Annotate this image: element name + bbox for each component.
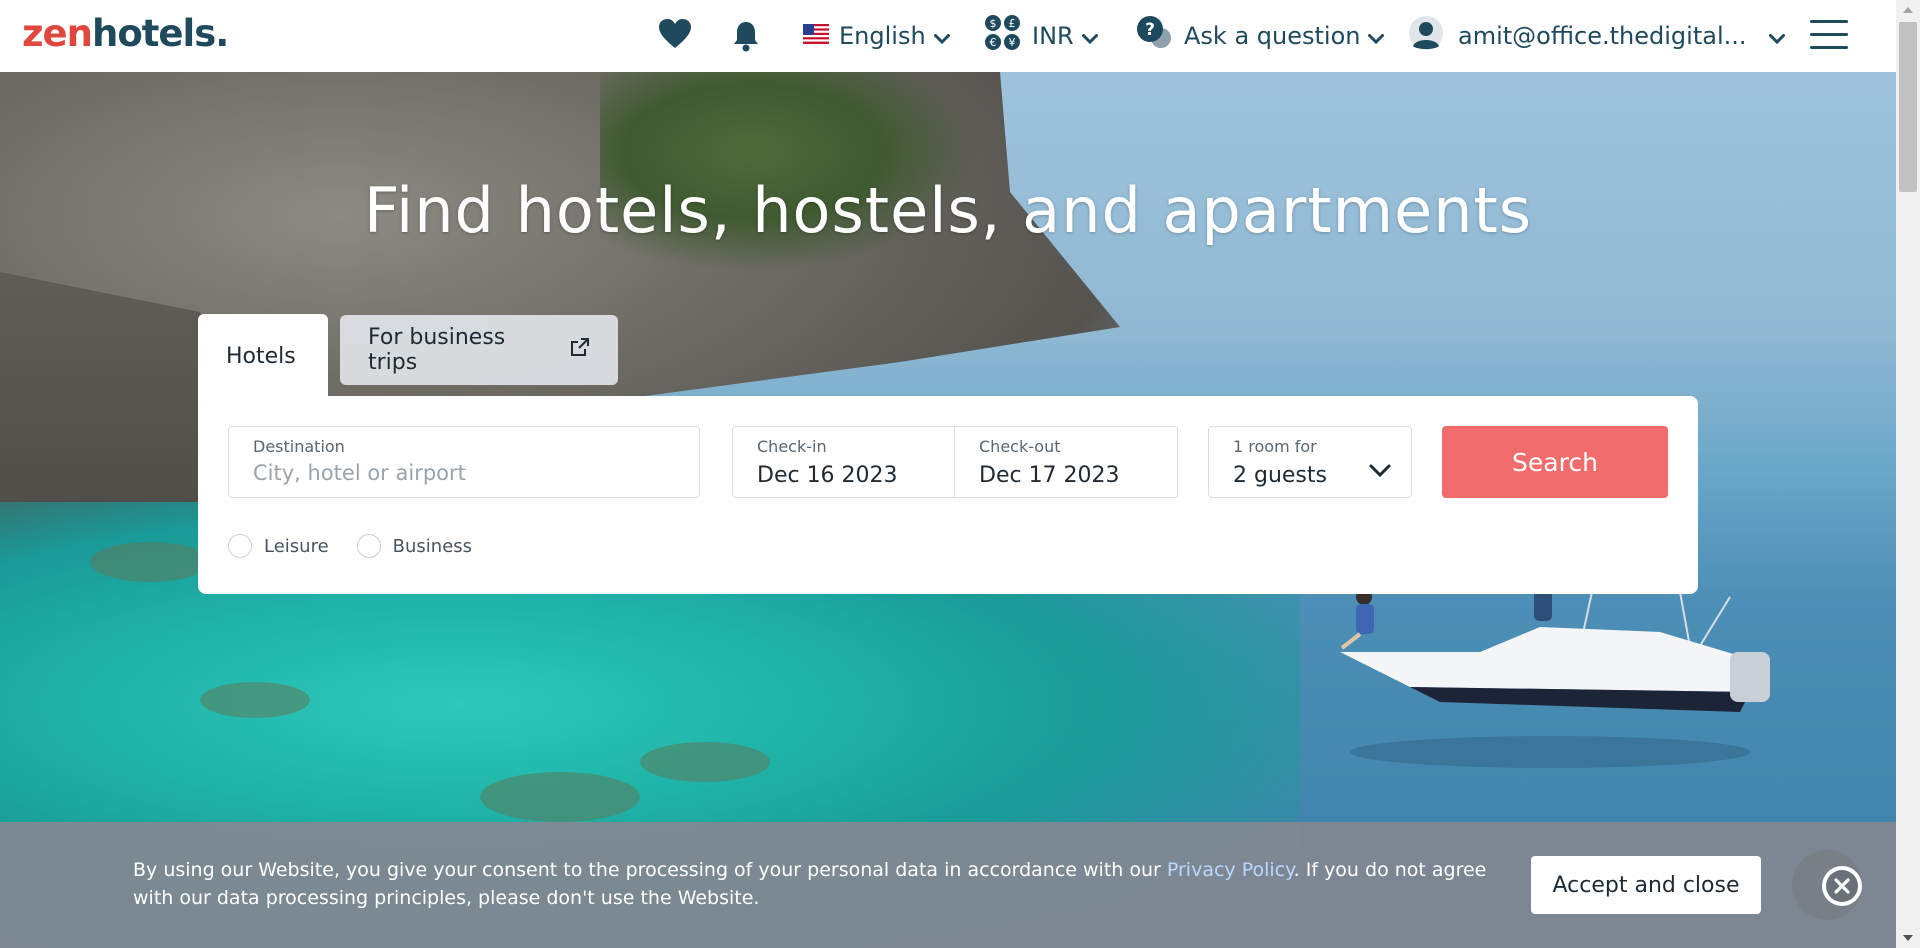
- svg-text:¥: ¥: [1009, 36, 1016, 49]
- trip-type-options: Leisure Business: [228, 534, 500, 558]
- radio-circle: [228, 534, 252, 558]
- guests-selector[interactable]: 1 room for 2 guests: [1208, 426, 1412, 498]
- privacy-policy-link[interactable]: Privacy Policy: [1167, 859, 1294, 881]
- hamburger-menu-icon[interactable]: [1810, 20, 1848, 50]
- tab-hotels[interactable]: Hotels: [198, 314, 328, 398]
- top-navigation-bar: zenhotels. English $ £ € ¥ INR ? Ask a q…: [0, 0, 1896, 72]
- language-selector[interactable]: English: [803, 18, 950, 54]
- hero-banner: Find hotels, hostels, and apartments Hot…: [0, 72, 1896, 948]
- user-avatar-icon: [1408, 15, 1444, 57]
- cookie-consent-banner: By using our Website, you give your cons…: [0, 822, 1896, 948]
- bell-icon[interactable]: [731, 20, 761, 56]
- radio-circle: [356, 534, 381, 558]
- cookie-consent-text: By using our Website, you give your cons…: [133, 859, 1487, 909]
- tab-business-trips[interactable]: For business trips: [340, 315, 618, 385]
- svg-text:€: €: [990, 36, 997, 49]
- destination-input[interactable]: [253, 461, 673, 485]
- external-link-icon: [570, 337, 590, 363]
- chevron-down-icon: [1369, 463, 1391, 482]
- chevron-down-icon: [1081, 22, 1098, 50]
- svg-text:$: $: [990, 17, 997, 30]
- scroll-down-arrow-icon[interactable]: [1896, 928, 1920, 948]
- search-button[interactable]: Search: [1442, 426, 1668, 498]
- chevron-down-icon: [1768, 22, 1785, 50]
- business-radio[interactable]: Business: [356, 534, 472, 558]
- zenhotels-logo[interactable]: zenhotels.: [22, 12, 229, 55]
- leisure-radio[interactable]: Leisure: [228, 534, 329, 558]
- us-flag-icon: [803, 22, 829, 50]
- chevron-down-icon: [1368, 22, 1385, 50]
- checkout-date-field[interactable]: Check-out Dec 17 2023: [954, 426, 1178, 498]
- question-chat-icon: ?: [1136, 15, 1174, 57]
- currency-selector[interactable]: $ £ € ¥ INR: [984, 15, 1098, 54]
- checkin-date-field[interactable]: Check-in Dec 16 2023: [732, 426, 956, 498]
- account-dropdown[interactable]: amit@office.thedigital...: [1408, 15, 1785, 57]
- ask-question-dropdown[interactable]: ? Ask a question: [1136, 15, 1385, 57]
- svg-text:?: ?: [1145, 20, 1155, 40]
- hero-title: Find hotels, hostels, and apartments: [363, 173, 1533, 247]
- chevron-down-icon: [933, 22, 950, 50]
- currency-icon: $ £ € ¥: [984, 14, 1022, 58]
- destination-field[interactable]: Destination: [228, 426, 700, 498]
- scroll-up-arrow-icon[interactable]: [1896, 0, 1920, 20]
- heart-icon[interactable]: [658, 18, 692, 54]
- page-scrollbar[interactable]: [1896, 0, 1920, 948]
- search-form: Destination Check-in Dec 16 2023 Check-o…: [198, 396, 1698, 594]
- close-icon[interactable]: [1822, 866, 1862, 906]
- scrollbar-thumb[interactable]: [1899, 22, 1917, 192]
- accept-and-close-button[interactable]: Accept and close: [1531, 856, 1761, 914]
- svg-text:£: £: [1009, 17, 1016, 30]
